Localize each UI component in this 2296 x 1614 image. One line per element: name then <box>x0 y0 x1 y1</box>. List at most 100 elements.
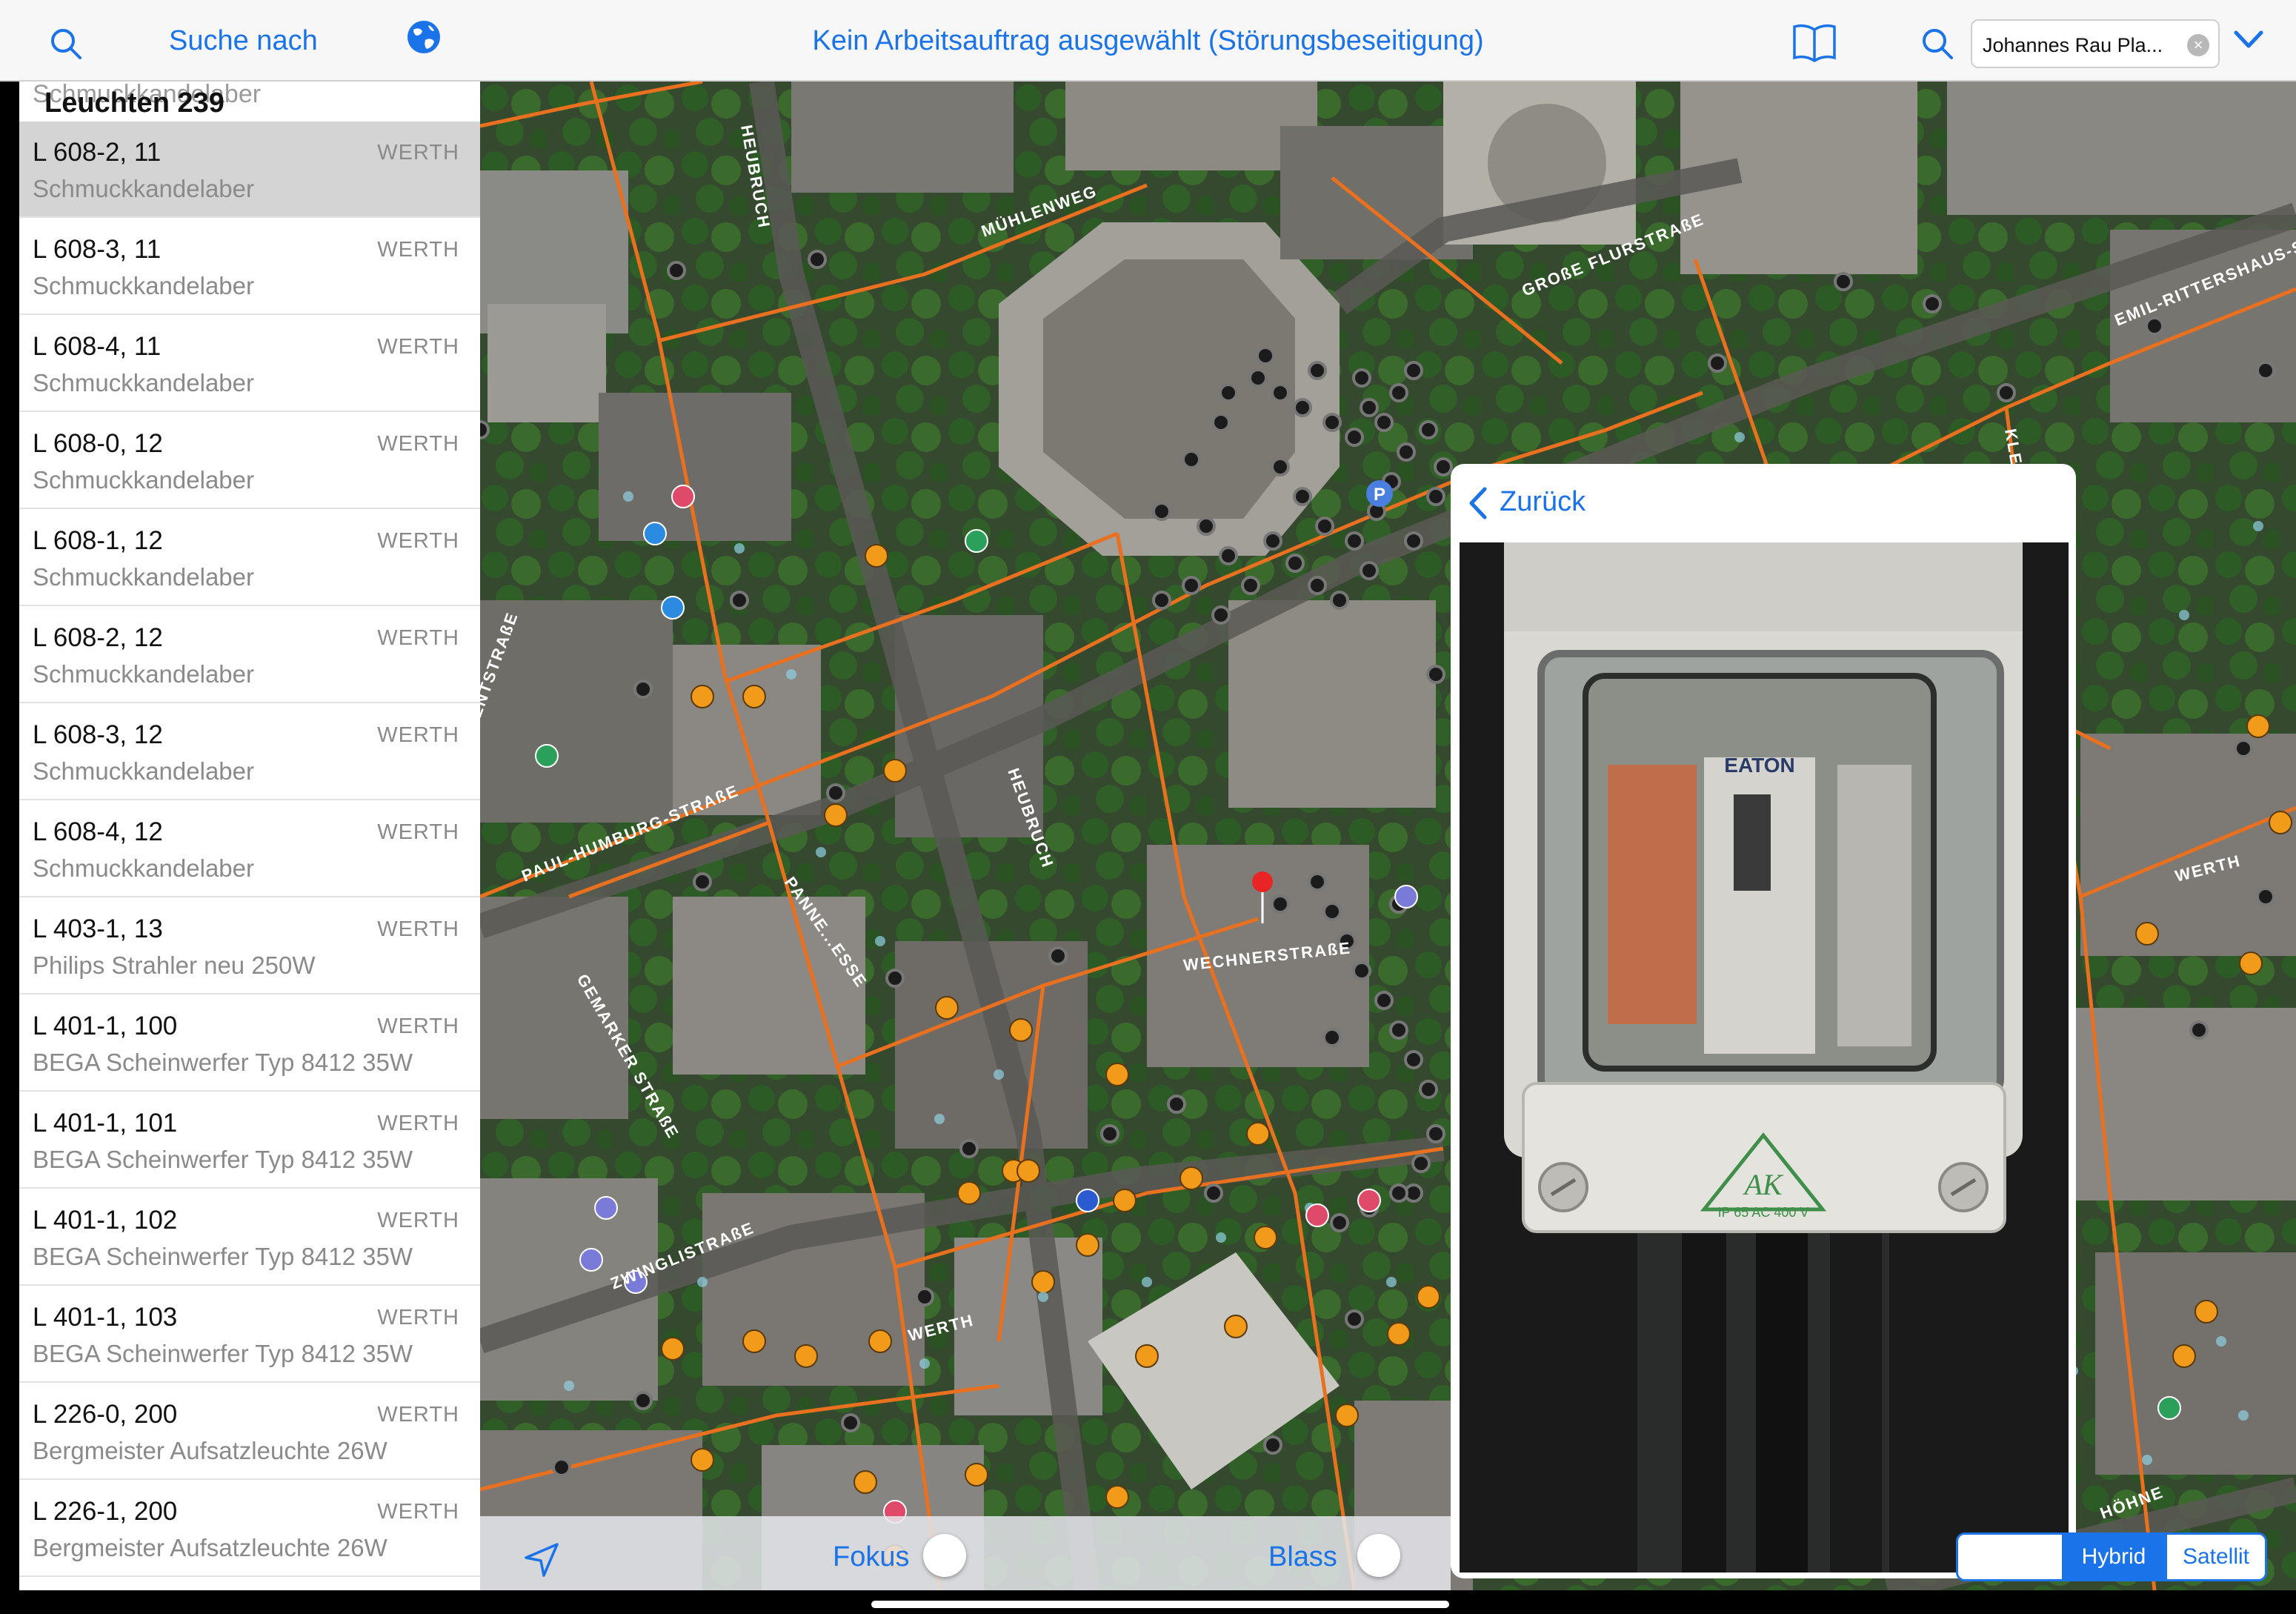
luminaire-marker[interactable] <box>1374 413 1394 432</box>
luminaire-marker[interactable] <box>1197 517 1216 536</box>
poi-marker[interactable] <box>1357 1189 1381 1212</box>
luminaire-marker[interactable] <box>1360 398 1379 417</box>
globe-icon[interactable] <box>406 19 442 55</box>
luminaire-list-item[interactable]: L 401-1, 103 WERTH BEGA Scheinwerfer Typ 8… <box>19 1286 480 1383</box>
luminaire-marker[interactable] <box>1997 383 2016 402</box>
luminaire-marker[interactable] <box>1404 361 1423 380</box>
luminaire-marker[interactable] <box>1374 991 1394 1010</box>
poi-marker[interactable] <box>535 744 559 768</box>
junction-marker[interactable] <box>623 491 633 502</box>
luminaire-marker[interactable] <box>1167 1095 1186 1114</box>
poi-marker[interactable] <box>1016 1159 1040 1183</box>
luminaire-marker[interactable] <box>1330 1213 1349 1232</box>
luminaire-list-item[interactable]: L 401-1, 100 WERTH BEGA Scheinwerfer Typ 8… <box>19 995 480 1092</box>
junction-marker[interactable] <box>2238 1410 2249 1421</box>
parking-icon[interactable]: P <box>1366 480 1393 507</box>
poi-marker[interactable] <box>1009 1018 1033 1042</box>
luminaire-marker[interactable] <box>1271 894 1290 914</box>
luminaire-list-item[interactable]: L 403-1, 13 WERTH Philips Strahler neu 250… <box>19 898 480 994</box>
poi-marker[interactable] <box>661 1337 685 1361</box>
poi-marker[interactable] <box>1246 1122 1270 1146</box>
faded-toggle[interactable] <box>1357 1534 1400 1577</box>
luminaire-marker[interactable] <box>1308 576 1327 595</box>
poi-marker[interactable] <box>1105 1485 1129 1509</box>
luminaire-marker[interactable] <box>1322 413 1342 432</box>
luminaire-list-item[interactable]: L 401-1, 101 WERTH BEGA Scheinwerfer Typ 8… <box>19 1092 480 1189</box>
luminaire-marker[interactable] <box>1352 368 1371 388</box>
poi-marker[interactable] <box>2246 714 2270 738</box>
clear-icon[interactable]: × <box>2187 34 2209 56</box>
poi-marker[interactable] <box>1417 1285 1440 1309</box>
poi-marker[interactable] <box>2194 1300 2218 1324</box>
map-type-standard[interactable] <box>1958 1535 2062 1579</box>
luminaire-list-item[interactable]: L 608-2, 11 WERTH Schmuckkandelaber <box>19 122 480 218</box>
luminaire-list-item[interactable]: L 608-0, 12 WERTH Schmuckkandelaber <box>19 413 480 509</box>
luminaire-list-item[interactable]: L 226-0, 200 WERTH Bergmeister Aufsatzleuc… <box>19 1384 480 1480</box>
poi-marker[interactable] <box>1254 1226 1277 1249</box>
luminaire-list-item[interactable]: L 226-1, 200 WERTH Bergmeister Aufsatzleuc… <box>19 1481 480 1577</box>
luminaire-marker[interactable] <box>1182 576 1201 595</box>
luminaire-marker[interactable] <box>2145 316 2164 336</box>
junction-marker[interactable] <box>1734 432 1745 442</box>
luminaire-marker[interactable] <box>1048 946 1068 966</box>
luminaire-marker[interactable] <box>885 969 905 988</box>
luminaire-marker[interactable] <box>1419 1080 1438 1099</box>
luminaire-marker[interactable] <box>1308 872 1327 891</box>
junction-marker[interactable] <box>1142 1277 1152 1287</box>
poi-marker[interactable] <box>1387 1322 1411 1346</box>
luminaire-marker[interactable] <box>1345 531 1364 551</box>
luminaire-marker[interactable] <box>1923 294 1942 313</box>
luminaire-marker[interactable] <box>1219 546 1238 565</box>
luminaire-marker[interactable] <box>1211 605 1231 625</box>
luminaire-marker[interactable] <box>1426 1124 1445 1143</box>
poi-marker[interactable] <box>1394 885 1418 909</box>
junction-marker[interactable] <box>564 1381 574 1391</box>
junction-marker[interactable] <box>875 936 885 946</box>
poi-marker[interactable] <box>1305 1203 1329 1227</box>
luminaire-marker[interactable] <box>2234 739 2253 758</box>
luminaire-marker[interactable] <box>1271 457 1290 476</box>
poi-marker[interactable] <box>2157 1396 2181 1420</box>
poi-marker[interactable] <box>883 759 907 783</box>
luminaire-marker[interactable] <box>2256 887 2275 906</box>
luminaire-marker[interactable] <box>826 783 845 803</box>
junction-marker[interactable] <box>697 1277 708 1287</box>
luminaire-list-item[interactable]: L 608-1, 12 WERTH Schmuckkandelaber <box>19 510 480 606</box>
junction-marker[interactable] <box>1386 1277 1397 1287</box>
junction-marker[interactable] <box>1038 1292 1048 1302</box>
luminaire-marker[interactable] <box>480 420 490 439</box>
luminaire-marker[interactable] <box>841 1413 860 1432</box>
location-arrow-icon[interactable] <box>523 1541 560 1578</box>
poi-marker[interactable] <box>2135 922 2159 946</box>
luminaire-marker[interactable] <box>1345 1309 1364 1329</box>
luminaire-marker[interactable] <box>1322 1028 1342 1047</box>
poi-marker[interactable] <box>2269 811 2292 834</box>
junction-marker[interactable] <box>1216 1232 1226 1243</box>
poi-marker[interactable] <box>868 1329 892 1353</box>
focus-toggle[interactable] <box>923 1534 966 1577</box>
poi-marker[interactable] <box>865 544 888 568</box>
junction-marker[interactable] <box>2253 521 2263 531</box>
poi-marker[interactable] <box>794 1344 818 1368</box>
luminaire-list-item[interactable]: L 401-1, 102 WERTH BEGA Scheinwerfer Typ 8… <box>19 1189 480 1286</box>
luminaire-marker[interactable] <box>1352 961 1371 980</box>
poi-marker[interactable] <box>1076 1189 1099 1212</box>
luminaire-marker[interactable] <box>1389 1183 1408 1203</box>
poi-marker[interactable] <box>1335 1404 1359 1427</box>
home-indicator[interactable] <box>871 1601 1449 1608</box>
search-by-button[interactable]: Suche nach <box>169 25 318 57</box>
junction-marker[interactable] <box>934 1114 945 1124</box>
chevron-down-icon[interactable] <box>2232 25 2266 55</box>
luminaire-marker[interactable] <box>1100 1124 1119 1143</box>
luminaire-marker[interactable] <box>1389 1020 1408 1040</box>
poi-marker[interactable] <box>742 1329 766 1353</box>
luminaire-marker[interactable] <box>1419 420 1438 439</box>
luminaire-marker[interactable] <box>1345 428 1364 447</box>
poi-marker[interactable] <box>2239 952 2263 975</box>
poi-marker[interactable] <box>1224 1315 1248 1338</box>
luminaire-marker[interactable] <box>1397 442 1416 462</box>
poi-marker[interactable] <box>1113 1189 1137 1212</box>
luminaire-marker[interactable] <box>730 591 749 610</box>
luminaire-marker[interactable] <box>1389 383 1408 402</box>
luminaire-marker[interactable] <box>552 1458 571 1477</box>
